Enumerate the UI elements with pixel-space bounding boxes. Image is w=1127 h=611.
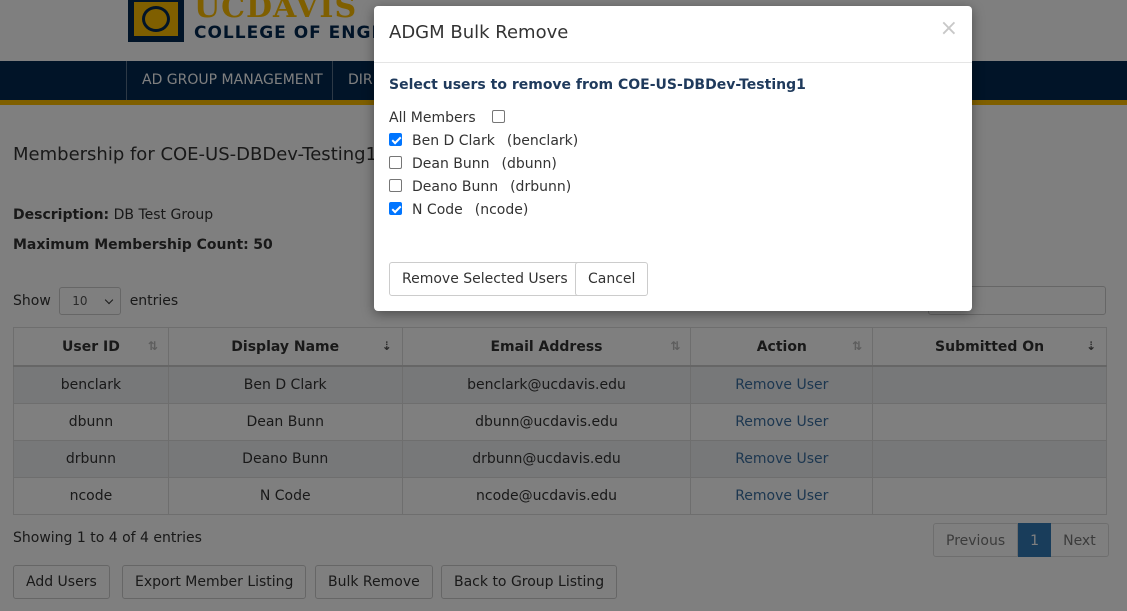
user-id: (dbunn) xyxy=(501,156,557,172)
user-id: (drbunn) xyxy=(510,179,572,195)
all-members-label: All Members xyxy=(389,110,476,126)
close-icon[interactable]: × xyxy=(940,18,958,40)
all-members-option: All Members xyxy=(389,109,506,127)
user-name: Deano Bunn xyxy=(412,179,499,195)
bulk-remove-modal: ADGM Bulk Remove × Select users to remov… xyxy=(374,6,972,311)
user-checkbox[interactable] xyxy=(389,179,402,192)
user-name: N Code xyxy=(412,202,463,218)
modal-instructions: Select users to remove from COE-US-DBDev… xyxy=(389,77,806,93)
user-checkbox[interactable] xyxy=(389,133,402,146)
modal-header: ADGM Bulk Remove × xyxy=(374,6,972,63)
user-option: Deano Bunn (drbunn) xyxy=(389,178,571,196)
all-members-checkbox[interactable] xyxy=(492,110,506,123)
user-name: Dean Bunn xyxy=(412,156,490,172)
user-checkbox[interactable] xyxy=(389,156,402,169)
user-id: (ncode) xyxy=(474,202,529,218)
cancel-button[interactable]: Cancel xyxy=(575,262,649,296)
user-checkbox[interactable] xyxy=(389,202,402,215)
user-option: Ben D Clark (benclark) xyxy=(389,132,578,150)
user-option: Dean Bunn (dbunn) xyxy=(389,155,557,173)
user-name: Ben D Clark xyxy=(412,133,495,149)
remove-selected-users-button[interactable]: Remove Selected Users xyxy=(389,262,581,296)
user-id: (benclark) xyxy=(506,133,579,149)
modal-title: ADGM Bulk Remove xyxy=(389,22,569,43)
user-option: N Code (ncode) xyxy=(389,201,528,219)
